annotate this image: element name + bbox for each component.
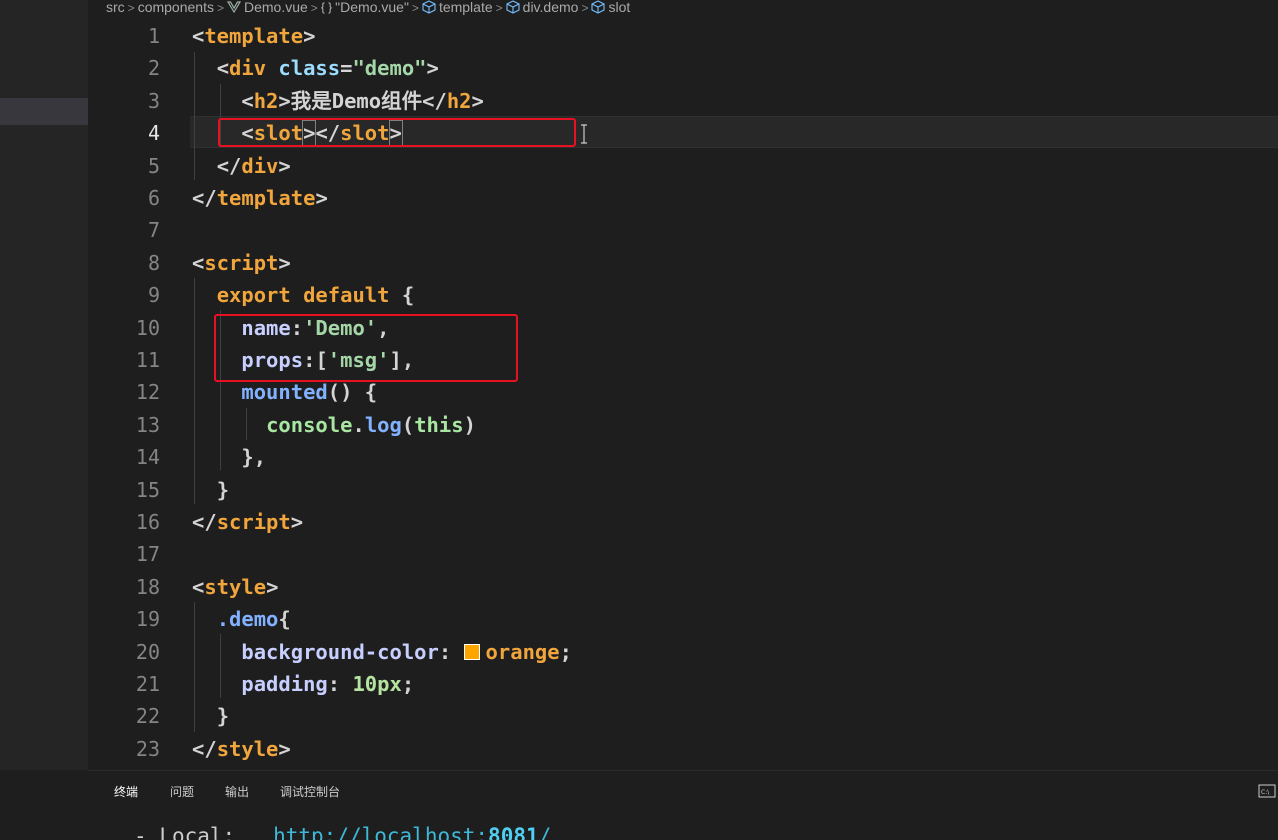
code-text: } [216, 704, 230, 729]
line-number: 11 [135, 348, 160, 372]
code-line: 19 .demo{ [88, 603, 1278, 635]
vue-icon [226, 1, 241, 14]
line-number: 21 [135, 672, 160, 696]
code-line: 21 padding: 10px; [88, 668, 1278, 700]
code-line: 14 }, [88, 441, 1278, 473]
breadcrumb-item-div-demo[interactable]: div.demo [506, 0, 578, 14]
breadcrumb-item-src[interactable]: src [106, 0, 125, 14]
code-text: <div class="demo"> [216, 56, 439, 81]
cube-icon [422, 0, 436, 14]
code-text: export default { [216, 283, 415, 308]
code-text: <h2>我是Demo组件</h2> [241, 88, 484, 113]
code-line: 23 </style> [88, 733, 1278, 765]
code-line: 9 export default { [88, 279, 1278, 311]
code-line: 8 <script> [88, 247, 1278, 279]
code-line: 18 <style> [88, 571, 1278, 603]
code-line: 6 </template> [88, 182, 1278, 214]
code-text: </style> [192, 736, 291, 761]
line-number: 9 [147, 283, 160, 308]
code-text: </template> [192, 186, 328, 210]
code-line: 5 </div> [88, 150, 1278, 182]
code-text: console.log(this) [266, 412, 476, 437]
line-number: 17 [135, 542, 160, 567]
breadcrumb-separator: > [411, 1, 419, 15]
line-number: 4 [147, 121, 160, 146]
breadcrumb-item-template[interactable]: template [422, 0, 493, 14]
vscode-window: src > components > Demo.vue >{ } "Demo.vue" > te… [0, 0, 1278, 840]
breadcrumb: src > components > Demo.vue >{ } "Demo.vue" > te… [88, 0, 1278, 16]
breadcrumb-item-demo-vue-module[interactable]: { } "Demo.vue" [321, 0, 409, 14]
code-line: 17 [88, 538, 1278, 570]
line-number: 15 [135, 477, 160, 502]
code-text: <style> [192, 574, 279, 599]
terminal-output[interactable]: - Local: http://localhost:8081/ [88, 810, 1278, 840]
code-text: <script> [192, 250, 291, 275]
line-number: 12 [135, 380, 160, 405]
line-number: 3 [147, 88, 160, 113]
line-number: 7 [147, 218, 160, 243]
code-text: }, [241, 445, 267, 470]
line-number: 2 [147, 56, 160, 81]
code-line: 13 console.log(this) [88, 409, 1278, 441]
tab-problems[interactable]: 问题 [170, 783, 194, 800]
line-number: 13 [135, 412, 160, 437]
line-number: 23 [135, 736, 160, 761]
braces-icon: { } [320, 0, 333, 14]
code-line: 16 </script> [88, 506, 1278, 538]
line-number: 18 [135, 574, 160, 599]
breadcrumb-separator: > [127, 1, 135, 15]
code-line: 7 [88, 214, 1278, 246]
code-text: background-color: orange; [241, 639, 572, 664]
cube-icon [591, 0, 606, 14]
tab-debug-console[interactable]: 调试控制台 [280, 783, 340, 800]
code-text: </script> [192, 510, 304, 534]
code-line: 15 } [88, 474, 1278, 506]
code-text: .demo{ [216, 607, 291, 632]
annotation-box-props [214, 314, 518, 382]
text-cursor-icon [581, 124, 587, 144]
line-number: 22 [135, 704, 160, 729]
code-text: padding: 10px; [241, 672, 415, 696]
breadcrumb-separator: > [216, 1, 224, 15]
line-number: 10 [135, 315, 160, 340]
sidebar-active-item[interactable] [0, 98, 88, 125]
terminal-line-local: - Local: http://localhost:8081/ [134, 824, 552, 840]
code-line: 2 <div class="demo"> [88, 52, 1278, 84]
tab-output[interactable]: 输出 [225, 783, 249, 800]
code-text: } [216, 477, 230, 502]
breadcrumb-item-slot[interactable]: slot [591, 0, 630, 14]
line-number: 19 [135, 607, 160, 632]
cube-icon [506, 0, 520, 14]
annotation-box-slot [218, 118, 576, 147]
breadcrumb-separator: > [581, 1, 589, 15]
breadcrumb-separator: > [310, 1, 318, 15]
code-line: 3 <h2>我是Demo组件</h2> [88, 85, 1278, 117]
code-text: </div> [216, 153, 291, 178]
breadcrumb-separator: > [495, 1, 503, 15]
line-number: 8 [147, 250, 160, 275]
code-editor[interactable]: 1 <template> 2 <div class="demo"> 3 <h2>… [88, 16, 1278, 768]
breadcrumb-item-demo-vue[interactable]: Demo.vue [226, 0, 308, 14]
tab-terminal[interactable]: 终端 [114, 783, 138, 800]
line-number: 6 [147, 186, 160, 210]
panel-tab-bar: 终端 问题 输出 调试控制台 C:\ [88, 770, 1278, 811]
code-line: 20 background-color: orange; [88, 636, 1278, 668]
code-text: <template> [192, 24, 316, 48]
code-line: 22 } [88, 700, 1278, 732]
color-swatch[interactable] [463, 643, 480, 660]
breadcrumb-item-components[interactable]: components [138, 0, 214, 14]
svg-text:C:\: C:\ [1261, 789, 1270, 796]
terminal-shell-icon[interactable]: C:\ [1258, 783, 1276, 799]
line-number: 20 [135, 639, 160, 664]
line-number: 16 [135, 510, 160, 534]
line-number: 14 [135, 445, 160, 470]
code-line: 1 <template> [88, 20, 1278, 52]
line-number: 5 [147, 153, 160, 178]
line-number: 1 [147, 24, 160, 48]
sidebar [0, 0, 88, 770]
